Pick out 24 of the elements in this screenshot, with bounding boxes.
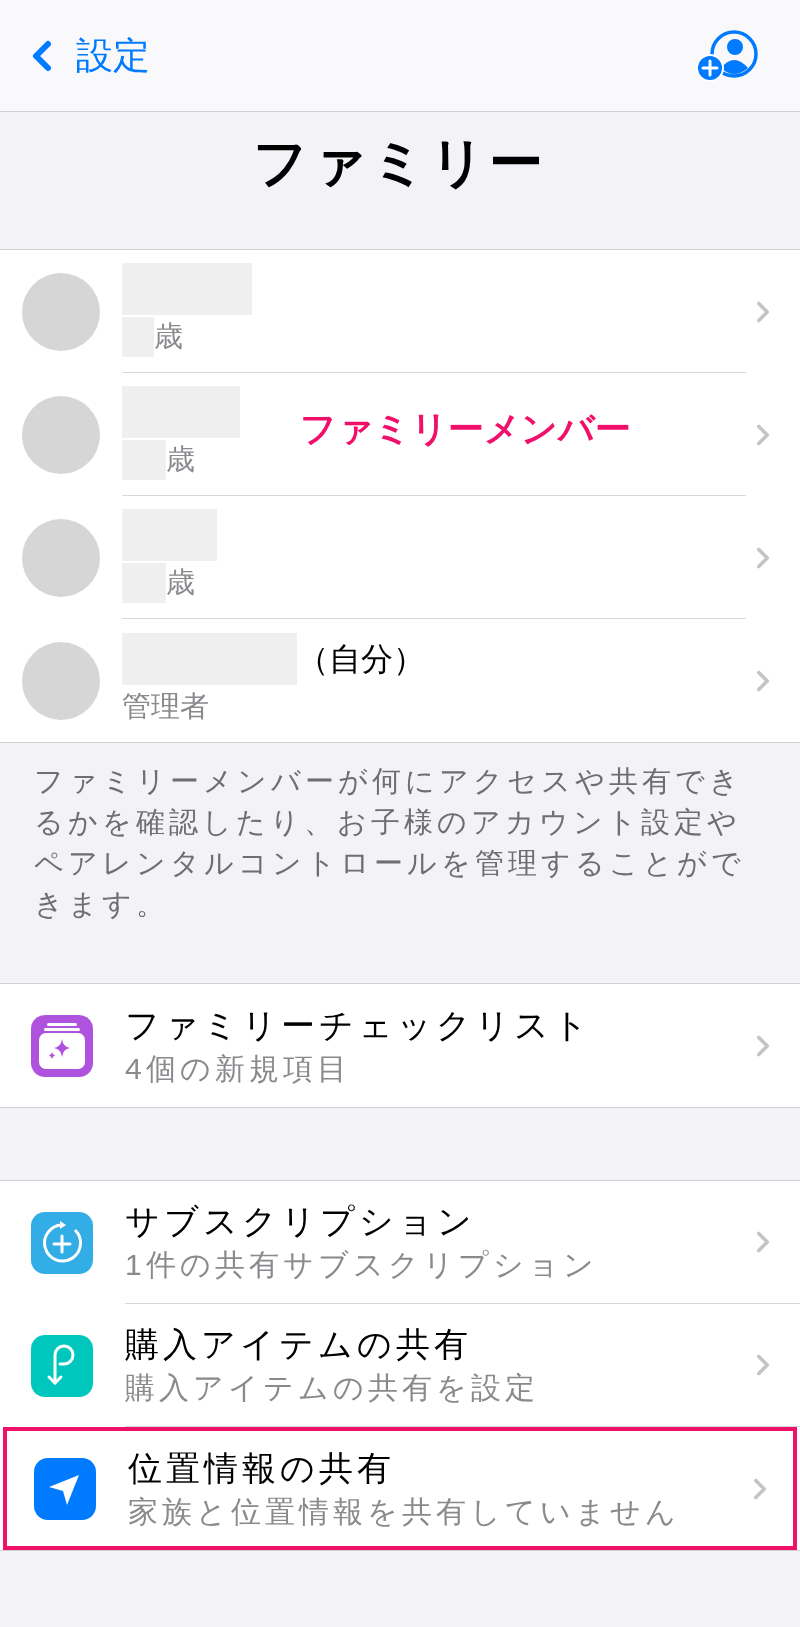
row-subtitle: 家族と位置情報を共有していません [128, 1493, 680, 1530]
subscription-plus-icon [31, 1211, 93, 1274]
row-title: 購入アイテムの共有 [125, 1324, 473, 1365]
row-subtitle: 1件の共有サブスクリプション [125, 1247, 598, 1283]
annotation-label: ファミリーメンバー [300, 407, 631, 451]
member-subtitle: 歳 [154, 319, 183, 355]
member-subtitle: 歳 [166, 442, 195, 478]
member-note: （自分） [297, 639, 425, 679]
member-subtitle: 管理者 [122, 688, 209, 724]
member-row[interactable]: （自分） 管理者 [0, 619, 800, 742]
settings-row[interactable]: サブスクリプション 1件の共有サブスクリプション [0, 1181, 800, 1304]
settings-row[interactable]: ファミリーチェックリスト 4個の新規項目 [0, 984, 800, 1107]
back-button[interactable]: 設定 [18, 27, 150, 84]
row-subtitle: 4個の新規項目 [125, 1050, 352, 1087]
settings-row[interactable]: 位置情報の共有 家族と位置情報を共有していません [3, 1427, 797, 1550]
row-title: 位置情報の共有 [128, 1447, 396, 1489]
sparkle-stack-icon [31, 1014, 93, 1077]
member-subtitle: 歳 [166, 565, 195, 601]
page-title: ファミリー [253, 131, 547, 194]
row-title: ファミリーチェックリスト [125, 1004, 592, 1046]
members-footer: ファミリーメンバーが何にアクセスや共有できるかを確認したり、お子様のアカウント設定やペアレンタルコントロールを管理することができます。 [0, 743, 800, 983]
settings-row[interactable]: 購入アイテムの共有 購入アイテムの共有を設定 [0, 1304, 800, 1427]
row-subtitle: 購入アイテムの共有を設定 [125, 1370, 539, 1406]
row-title: サブスクリプション [125, 1201, 477, 1242]
